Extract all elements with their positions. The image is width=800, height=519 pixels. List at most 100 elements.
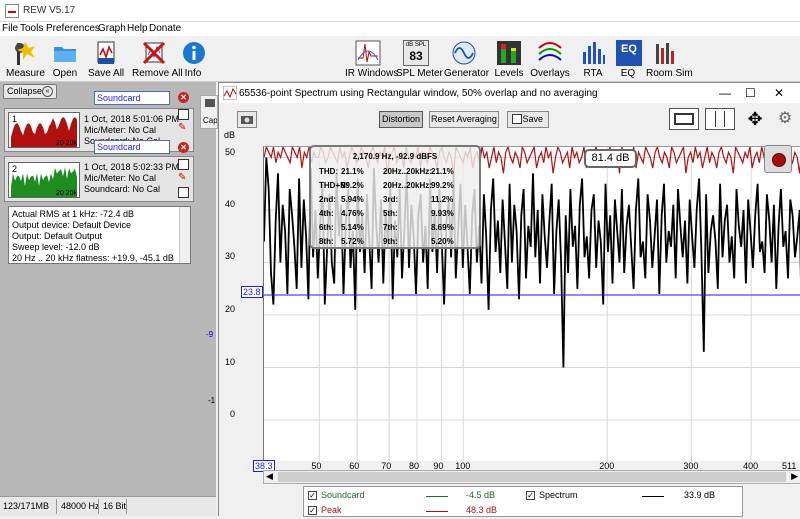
- generator-button[interactable]: Generator: [444, 40, 489, 79]
- distortion-cell: 5th:: [383, 209, 398, 218]
- distortion-cell: 5.20%: [431, 237, 454, 246]
- horizontal-scrollbar[interactable]: ◀ ▶: [263, 470, 800, 484]
- spl-readout: 83: [409, 49, 423, 63]
- measure-icon: [11, 40, 37, 66]
- measure-button[interactable]: Measure: [6, 40, 45, 79]
- double-chevron-left-icon: «: [42, 86, 53, 97]
- spectrum-window: 65536-point Spectrum using Rectangular w…: [218, 82, 800, 517]
- distortion-cell: 7th:: [383, 223, 398, 232]
- info-scrollbar[interactable]: [179, 207, 190, 263]
- info-button[interactable]: Info: [181, 40, 205, 79]
- overlays-button[interactable]: Overlays: [530, 40, 570, 79]
- collapse-button[interactable]: Collapse «: [3, 84, 57, 99]
- spectrum-toolbar: Distortion Reset Averaging Save ✥ ⚙: [219, 103, 800, 133]
- remove-all-icon: [141, 40, 167, 66]
- minimize-button[interactable]: —: [719, 86, 731, 100]
- distortion-cell: 99.2%: [431, 181, 454, 190]
- spl-meter-button[interactable]: dB SPL 83 SPL Meter: [396, 40, 443, 79]
- spectrum-checkbox[interactable]: ✓: [526, 491, 535, 500]
- distortion-cell: 5.72%: [341, 237, 364, 246]
- measurement-1-name-field[interactable]: Soundcard: [94, 91, 170, 105]
- distortion-cell: 8.69%: [431, 223, 454, 232]
- measurement-1-thumbnail[interactable]: 1 20 20k: [8, 112, 80, 148]
- distortion-cell: 5.94%: [341, 195, 364, 204]
- spectrum-window-icon: [223, 86, 237, 100]
- eq-icon: EQ: [616, 40, 642, 66]
- rta-button[interactable]: RTA: [580, 40, 606, 79]
- menu-bar: File Tools Preferences Graph Help Donate: [0, 22, 800, 36]
- spectrum-window-title: 65536-point Spectrum using Rectangular w…: [239, 88, 598, 99]
- scroll-left-icon[interactable]: ◀: [266, 471, 273, 482]
- menu-preferences[interactable]: Preferences: [46, 23, 100, 34]
- overlays-icon: [537, 40, 563, 66]
- measurement-info-box: Actual RMS at 1 kHz: -72.4 dB Output dev…: [8, 206, 191, 264]
- capture-button-partial[interactable]: Cap: [200, 95, 218, 129]
- legend-panel: ✓ Soundcard -4.5 dB ✓ Spectrum 33.9 dB ✓…: [303, 486, 743, 517]
- distortion-cell: 11.2%: [431, 195, 454, 204]
- sample-rate-status: 48000 Hz: [61, 501, 100, 511]
- distortion-cell: 5.14%: [341, 223, 364, 232]
- soundcard-checkbox[interactable]: ✓: [308, 491, 317, 500]
- memory-status: 123/171MB: [3, 501, 50, 511]
- measurement-1-graph-icon[interactable]: [178, 109, 189, 120]
- maximize-button[interactable]: ☐: [745, 86, 756, 100]
- spl-meter-icon: dB SPL 83: [403, 40, 429, 66]
- camera-icon[interactable]: [237, 111, 257, 128]
- scrollbar-thumb[interactable]: [278, 472, 786, 482]
- title-bar: REW V5.17: [0, 0, 800, 22]
- levels-button[interactable]: Levels: [492, 40, 526, 79]
- graph-layout-single-icon[interactable]: [669, 108, 699, 130]
- save-all-button[interactable]: Save All: [88, 40, 124, 79]
- ir-windows-icon: [355, 40, 381, 66]
- distortion-button[interactable]: Distortion: [379, 111, 423, 128]
- measurement-2[interactable]: 2 20 20k 1 Oct, 2018 5:02:33 PM Mic/Mete…: [4, 156, 194, 202]
- legend-row: ✓ Peak 48.3 dB: [304, 504, 742, 519]
- bit-depth-status: 16 Bit: [103, 501, 127, 511]
- y-tick: 0: [229, 409, 235, 419]
- room-sim-button[interactable]: Room Sim: [646, 40, 693, 79]
- scroll-right-icon[interactable]: ▶: [791, 471, 798, 482]
- distortion-cell: 2nd:: [319, 195, 336, 204]
- remove-all-button[interactable]: Remove All: [132, 40, 183, 79]
- menu-file[interactable]: File: [2, 23, 18, 34]
- y-tick: 50: [224, 147, 235, 157]
- measurement-2-remove-icon[interactable]: ✕: [178, 142, 189, 153]
- open-button[interactable]: Open: [50, 40, 80, 79]
- legend-peak-swatch: [426, 511, 448, 512]
- menu-donate[interactable]: Donate: [149, 23, 181, 34]
- close-button[interactable]: ✕: [774, 86, 784, 100]
- measurements-panel: Collapse « 1 20 20k 1 Oct, 2018 5:01:06 …: [0, 82, 216, 516]
- measurement-2-edit-icon[interactable]: ✎: [178, 173, 189, 184]
- peak-checkbox[interactable]: ✓: [308, 506, 317, 515]
- settings-gear-icon[interactable]: ⚙: [775, 108, 795, 130]
- save-all-icon: [93, 40, 119, 66]
- ir-windows-button[interactable]: IR Windows: [345, 40, 398, 79]
- record-button[interactable]: [764, 145, 792, 173]
- reset-averaging-button[interactable]: Reset Averaging: [429, 111, 499, 128]
- eq-button[interactable]: EQ EQ: [616, 40, 642, 79]
- measurement-2-thumbnail[interactable]: 2 20 20k: [8, 162, 80, 198]
- legend-soundcard-value: -4.5 dB: [466, 490, 496, 500]
- graph-layout-columns-icon[interactable]: [705, 108, 735, 130]
- menu-tools[interactable]: Tools: [20, 23, 43, 34]
- zoom-fit-arrows-icon[interactable]: ✥: [741, 108, 769, 130]
- menu-graph[interactable]: Graph: [98, 23, 126, 34]
- legend-soundcard-label: Soundcard: [321, 490, 365, 500]
- window-title: REW V5.17: [23, 5, 76, 16]
- measurement-2-graph-icon[interactable]: [178, 159, 189, 170]
- y-tick: 40: [224, 199, 235, 209]
- legend-soundcard-swatch: [426, 496, 448, 497]
- measurement-1-edit-icon[interactable]: ✎: [178, 123, 189, 134]
- distortion-cell: 8th:: [319, 237, 334, 246]
- distortion-cell: 99.2%: [341, 181, 364, 190]
- y-cursor-marker[interactable]: 23.8: [241, 286, 263, 298]
- save-button[interactable]: Save: [507, 111, 549, 128]
- measurement-1-remove-icon[interactable]: ✕: [178, 92, 189, 103]
- measurement-2-name-field[interactable]: Soundcard: [94, 140, 170, 154]
- menu-help[interactable]: Help: [127, 23, 148, 34]
- measurement-2-notes-icon[interactable]: [178, 187, 189, 198]
- y-tick: 20: [224, 304, 235, 314]
- rta-icon: [580, 40, 606, 66]
- distortion-cell: 4th:: [319, 209, 334, 218]
- info-icon: [181, 40, 207, 66]
